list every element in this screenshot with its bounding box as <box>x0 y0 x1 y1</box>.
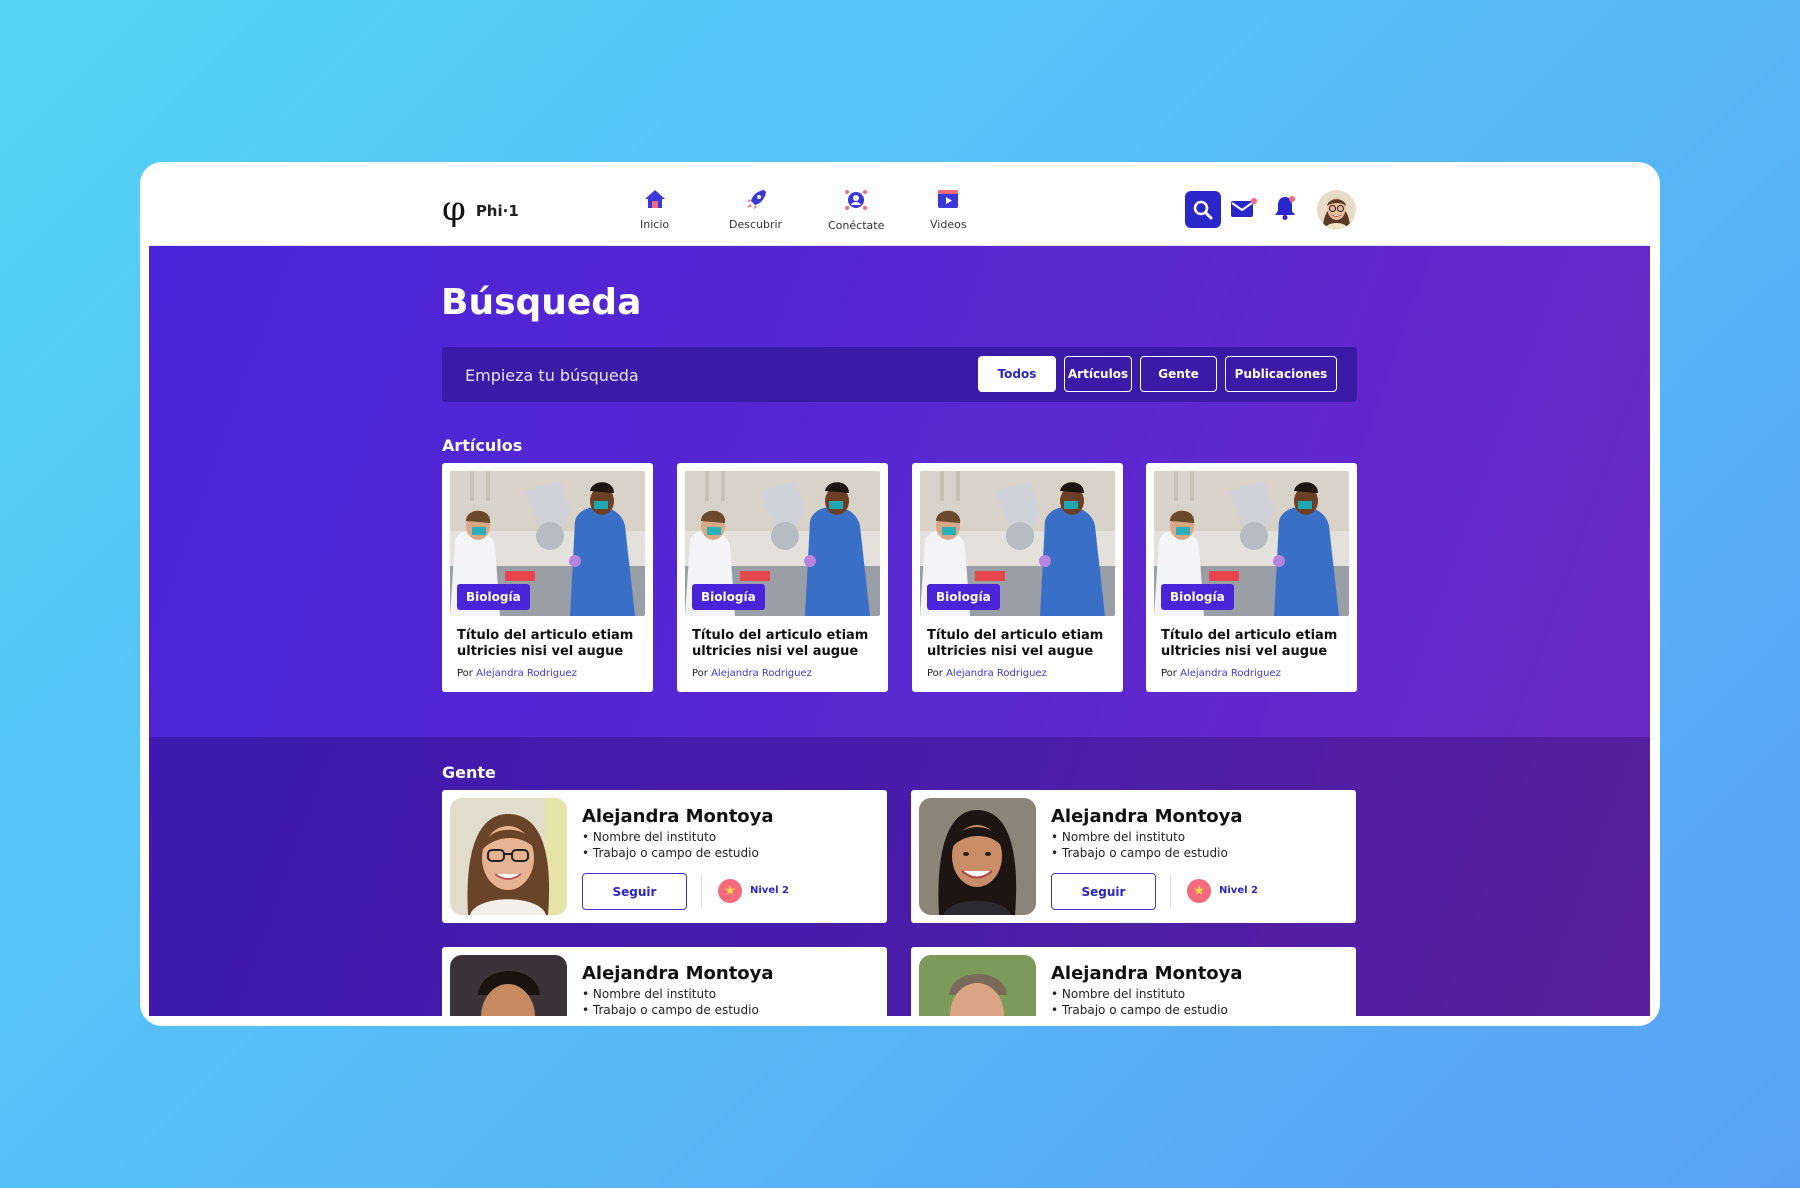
person-field: • Trabajo o campo de estudio <box>1051 846 1228 860</box>
notifications-button[interactable] <box>1274 195 1296 225</box>
filter-gente[interactable]: Gente <box>1140 356 1217 392</box>
nav-item-inicio[interactable]: Inicio <box>640 189 669 232</box>
person-institute: • Nombre del instituto <box>1051 987 1186 1001</box>
person-field: • Trabajo o campo de estudio <box>1051 1003 1228 1016</box>
person-card[interactable]: Alejandra Montoya • Nombre del instituto… <box>911 790 1356 923</box>
author-link[interactable]: Alejandra Rodriguez <box>711 668 812 679</box>
follow-button[interactable]: Seguir <box>582 873 687 910</box>
person-name[interactable]: Alejandra Montoya <box>1051 963 1243 984</box>
article-card[interactable]: Biología Título del articulo etiam ultri… <box>912 463 1123 692</box>
divider <box>1170 875 1171 908</box>
category-tag[interactable]: Biología <box>927 584 1000 610</box>
video-icon <box>938 190 959 208</box>
brand-name: Phi·1 <box>475 202 519 220</box>
article-byline: Por Alejandra Rodriguez <box>692 668 812 679</box>
search-icon <box>1193 200 1213 219</box>
person-field: • Trabajo o campo de estudio <box>582 1003 759 1016</box>
nav-label: Videos <box>930 218 967 231</box>
articles-section-title: Artículos <box>442 436 523 455</box>
bell-icon <box>1275 196 1295 220</box>
search-button[interactable] <box>1185 191 1221 228</box>
article-card[interactable]: Biología Título del articulo etiam ultri… <box>442 463 653 692</box>
follow-button[interactable]: Seguir <box>1051 873 1156 910</box>
divider <box>701 875 702 908</box>
article-card[interactable]: Biología Título del articulo etiam ultri… <box>677 463 888 692</box>
article-byline: Por Alejandra Rodriguez <box>457 668 577 679</box>
filter-articulos[interactable]: Artículos <box>1064 356 1132 392</box>
category-tag[interactable]: Biología <box>692 584 765 610</box>
nav-label: Inicio <box>640 218 670 231</box>
article-card[interactable]: Biología Título del articulo etiam ultri… <box>1146 463 1357 692</box>
rocket-icon <box>746 190 766 209</box>
author-link[interactable]: Alejandra Rodriguez <box>1180 668 1281 679</box>
nav-item-videos[interactable]: Videos <box>930 189 967 232</box>
article-title[interactable]: Título del articulo etiam ultricies nisi… <box>457 628 647 660</box>
person-name[interactable]: Alejandra Montoya <box>1051 806 1243 827</box>
author-link[interactable]: Alejandra Rodriguez <box>946 668 1047 679</box>
level-label: Nivel 2 <box>750 885 789 896</box>
people-section-title: Gente <box>442 763 496 782</box>
person-institute: • Nombre del instituto <box>582 987 717 1001</box>
person-photo <box>919 798 1036 915</box>
search-input[interactable] <box>465 361 945 389</box>
search-section <box>149 246 1650 737</box>
level-label: Nivel 2 <box>1219 885 1258 896</box>
messages-button[interactable] <box>1230 197 1258 223</box>
article-byline: Por Alejandra Rodriguez <box>927 668 1047 679</box>
filter-publicaciones[interactable]: Publicaciones <box>1225 356 1337 392</box>
app-screen: φ Phi·1 Inicio Descubrir Conéctate Video… <box>149 171 1650 1016</box>
nav-item-conectate[interactable]: Conéctate <box>828 189 884 233</box>
connect-icon <box>845 190 868 210</box>
article-byline: Por Alejandra Rodriguez <box>1161 668 1281 679</box>
article-title[interactable]: Título del articulo etiam ultricies nisi… <box>927 628 1117 660</box>
person-photo <box>919 955 1036 1016</box>
top-nav: φ Phi·1 Inicio Descubrir Conéctate Video… <box>149 171 1650 246</box>
star-badge-icon: ★ <box>1187 879 1211 903</box>
person-card[interactable]: Alejandra Montoya • Nombre del instituto… <box>911 947 1356 1016</box>
user-avatar[interactable] <box>1317 190 1356 229</box>
article-title[interactable]: Título del articulo etiam ultricies nisi… <box>1161 628 1351 660</box>
nav-label: Conéctate <box>828 219 885 232</box>
search-bar: Todos Artículos Gente Publicaciones <box>442 347 1357 402</box>
filter-todos[interactable]: Todos <box>978 356 1056 392</box>
category-tag[interactable]: Biología <box>457 584 530 610</box>
article-title[interactable]: Título del articulo etiam ultricies nisi… <box>692 628 882 660</box>
phi-logo-icon: φ <box>442 189 466 229</box>
person-name[interactable]: Alejandra Montoya <box>582 806 774 827</box>
person-institute: • Nombre del instituto <box>1051 830 1186 844</box>
person-card[interactable]: Alejandra Montoya • Nombre del instituto… <box>442 790 887 923</box>
star-badge-icon: ★ <box>718 879 742 903</box>
mail-icon <box>1231 198 1257 217</box>
author-link[interactable]: Alejandra Rodriguez <box>476 668 577 679</box>
nav-label: Descubrir <box>729 218 783 231</box>
person-photo <box>450 955 567 1016</box>
nav-item-descubrir[interactable]: Descubrir <box>729 189 782 232</box>
people-section <box>149 737 1650 1016</box>
person-institute: • Nombre del instituto <box>582 830 717 844</box>
page-title: Búsqueda <box>441 282 642 323</box>
person-card[interactable]: Alejandra Montoya • Nombre del instituto… <box>442 947 887 1016</box>
person-name[interactable]: Alejandra Montoya <box>582 963 774 984</box>
home-icon <box>644 190 665 208</box>
logo[interactable]: φ Phi·1 <box>442 192 519 226</box>
person-field: • Trabajo o campo de estudio <box>582 846 759 860</box>
person-photo <box>450 798 567 915</box>
category-tag[interactable]: Biología <box>1161 584 1234 610</box>
